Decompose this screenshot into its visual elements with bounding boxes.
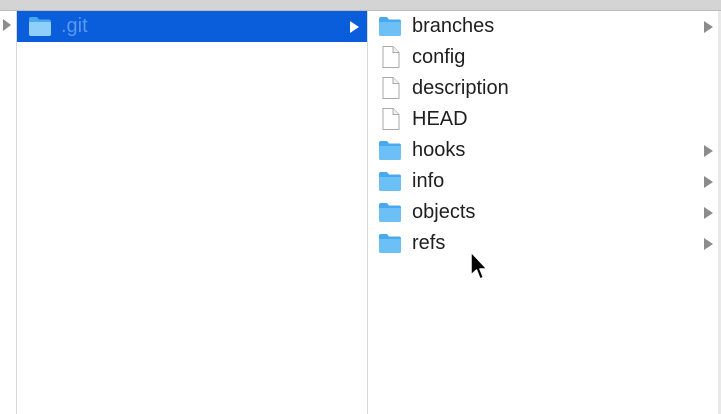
list-item-label: HEAD xyxy=(412,108,468,130)
list-item-label: hooks xyxy=(412,139,466,161)
list-item-info[interactable]: info xyxy=(368,166,721,197)
disclosure-arrow-icon xyxy=(350,21,359,33)
list-item-label: objects xyxy=(412,201,476,223)
list-item-hooks[interactable]: hooks xyxy=(368,135,721,166)
parent-column[interactable] xyxy=(0,11,17,414)
column-git[interactable]: .git xyxy=(17,11,368,414)
document-icon xyxy=(382,77,400,99)
disclosure-arrow-icon xyxy=(704,207,713,219)
disclosure-arrow-icon xyxy=(704,21,713,33)
list-item-objects[interactable]: objects xyxy=(368,197,721,228)
folder-icon xyxy=(379,203,401,222)
disclosure-arrow-icon xyxy=(704,176,713,188)
document-icon xyxy=(382,108,400,130)
list-item-label: info xyxy=(412,170,445,192)
disclosure-triangle-icon[interactable] xyxy=(3,19,11,31)
list-item-config[interactable]: config xyxy=(368,42,721,73)
list-item-refs[interactable]: refs xyxy=(368,228,721,259)
column-git-contents[interactable]: branches config description HEAD hooks i… xyxy=(368,11,721,414)
folder-icon xyxy=(379,17,401,36)
list-item-head[interactable]: HEAD xyxy=(368,104,721,135)
folder-icon xyxy=(29,17,51,36)
list-item-description[interactable]: description xyxy=(368,73,721,104)
list-item-label: .git xyxy=(61,15,88,37)
folder-icon xyxy=(379,141,401,160)
mouse-pointer-icon xyxy=(470,251,488,280)
disclosure-arrow-icon xyxy=(704,238,713,250)
document-icon xyxy=(382,46,400,68)
disclosure-arrow-icon xyxy=(704,145,713,157)
folder-icon xyxy=(379,234,401,253)
list-item-label: refs xyxy=(412,232,446,254)
list-item-label: branches xyxy=(412,15,495,37)
list-item-branches[interactable]: branches xyxy=(368,11,721,42)
window-top-bar xyxy=(0,0,721,11)
list-item-label: config xyxy=(412,46,466,68)
list-item-label: description xyxy=(412,77,509,99)
folder-icon xyxy=(379,172,401,191)
list-item-git[interactable]: .git xyxy=(17,11,367,42)
